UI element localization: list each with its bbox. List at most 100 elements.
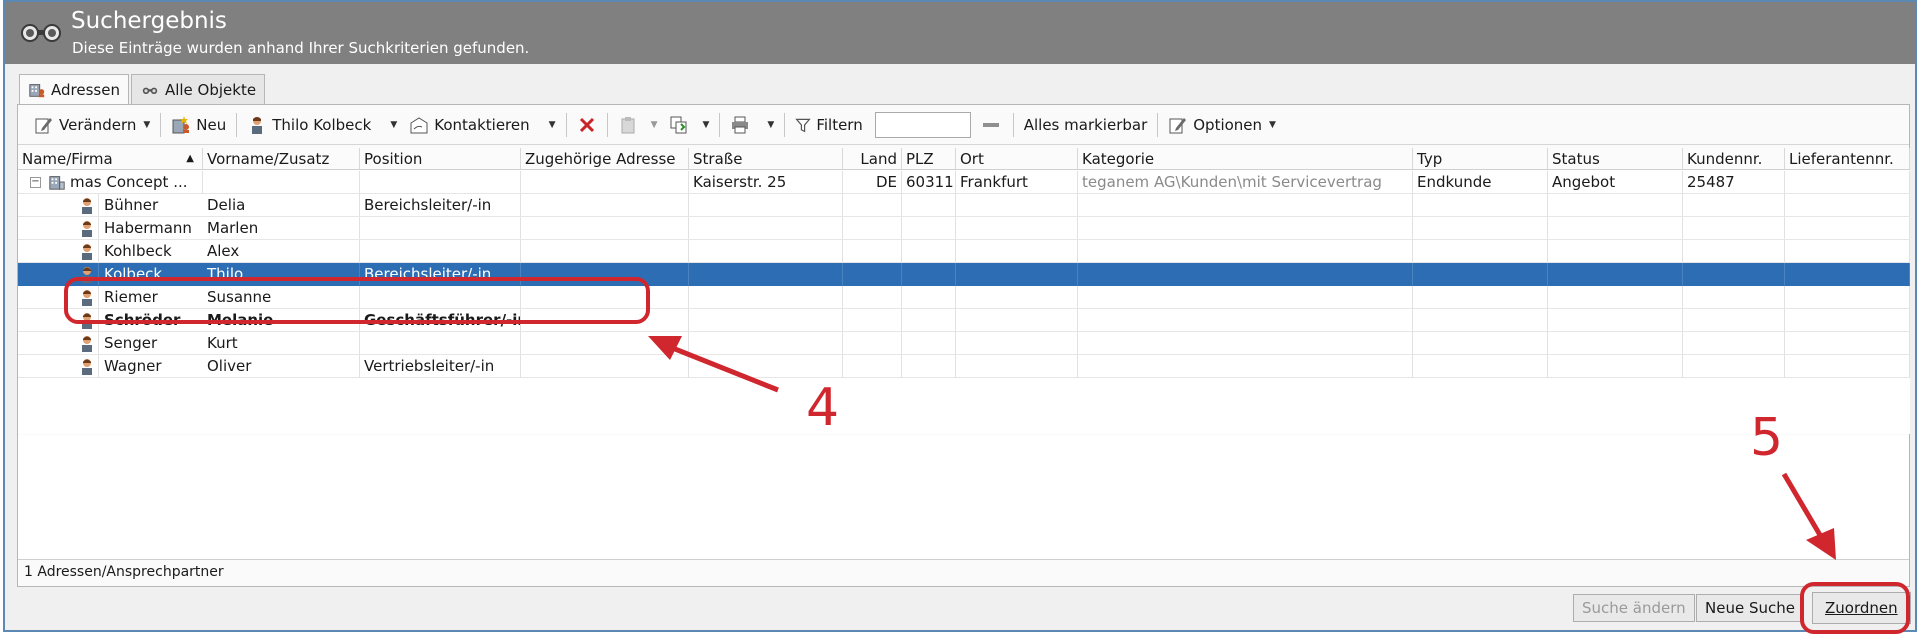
- column-header-country[interactable]: Land: [843, 148, 902, 170]
- new-button[interactable]: Neu: [165, 110, 232, 140]
- table-cell: [521, 240, 689, 263]
- table-cell: [1078, 217, 1413, 240]
- window-header: Suchergebnis Diese Einträge wurden anhan…: [5, 2, 1915, 64]
- cell-text: Alex: [207, 242, 240, 260]
- cell-text: Susanne: [207, 288, 272, 306]
- results-panel: Verändern ▼ Neu Thilo Kolbeck ▼ Kontakti…: [17, 104, 1910, 587]
- new-search-button[interactable]: Neue Suche: [1696, 594, 1804, 622]
- table-row-contact[interactable]: Schröder Melanie Geschäftsführer/-in: [18, 309, 1910, 332]
- column-header-firstname[interactable]: Vorname/Zusatz: [203, 148, 360, 170]
- assign-button[interactable]: Zuordnen: [1812, 592, 1911, 624]
- user-dropdown[interactable]: Thilo Kolbeck ▼: [241, 110, 403, 140]
- table-cell: [956, 332, 1078, 355]
- paste-button[interactable]: ▼: [612, 110, 664, 140]
- table-cell: [956, 309, 1078, 332]
- cell-text: Bereichsleiter/-in: [364, 265, 492, 283]
- building-icon: [49, 176, 65, 190]
- table-cell: 60311: [902, 171, 956, 194]
- table-cell: [1413, 240, 1548, 263]
- cell-text: Frankfurt: [960, 173, 1028, 191]
- table-cell: [1078, 240, 1413, 263]
- table-cell: Frankfurt: [956, 171, 1078, 194]
- column-header-category[interactable]: Kategorie: [1078, 148, 1413, 170]
- cell-text: Riemer: [104, 288, 158, 306]
- table-row-company[interactable]: − mas Concept ... Kaiserstr. 25 DE 60311 Fran…: [18, 171, 1910, 194]
- table-cell: Bereichsleiter/-in: [360, 263, 521, 286]
- mark-all-button[interactable]: Alles markierbar: [1018, 110, 1154, 140]
- column-header-name[interactable]: Name/Firma ▲: [18, 148, 203, 170]
- cell-text: Habermann: [104, 219, 192, 237]
- delete-button[interactable]: [571, 110, 603, 140]
- column-header-related-address[interactable]: Zugehörige Adresse: [521, 148, 689, 170]
- table-cell: Habermann: [18, 217, 203, 240]
- column-header-street[interactable]: Straße: [689, 148, 843, 170]
- column-header-type[interactable]: Typ: [1413, 148, 1548, 170]
- table-cell: [1548, 286, 1683, 309]
- table-row-contact[interactable]: Senger Kurt: [18, 332, 1910, 355]
- cell-text: Kolbeck: [104, 265, 163, 283]
- table-row-contact[interactable]: Wagner Oliver Vertriebsleiter/-in: [18, 355, 1910, 378]
- table-row-contact[interactable]: Kolbeck Thilo Bereichsleiter/-in: [18, 263, 1910, 286]
- chevron-down-icon: ▼: [1269, 119, 1276, 130]
- filter-input[interactable]: [874, 111, 971, 138]
- table-cell: 25487: [1683, 171, 1785, 194]
- table-cell: [1078, 286, 1413, 309]
- cell-text: Schröder: [104, 311, 181, 329]
- cell-divider: [98, 263, 99, 285]
- change-search-button[interactable]: Suche ändern: [1573, 594, 1695, 622]
- table-cell: [1683, 332, 1785, 355]
- column-header-supplier-no[interactable]: Lieferantennr.: [1785, 148, 1910, 170]
- print-button[interactable]: ▼: [724, 110, 780, 140]
- chevron-down-icon: ▼: [548, 119, 556, 130]
- sort-ascending-icon: ▲: [186, 153, 194, 164]
- column-header-city[interactable]: Ort: [956, 148, 1078, 170]
- table-cell: [360, 332, 521, 355]
- address-book-icon: [29, 84, 45, 98]
- copy-button[interactable]: ▼: [663, 110, 715, 140]
- cell-text: Bereichsleiter/-in: [364, 196, 492, 214]
- column-header-position[interactable]: Position: [360, 148, 521, 170]
- toolbar-divider: [1012, 112, 1014, 137]
- table-cell: [902, 355, 956, 378]
- table-row-contact[interactable]: Kohlbeck Alex: [18, 240, 1910, 263]
- cell-text: Vertriebsleiter/-in: [364, 357, 495, 375]
- change-label: Verändern: [59, 115, 137, 134]
- contact-button[interactable]: Kontaktieren ▼: [403, 110, 561, 140]
- column-header-zip[interactable]: PLZ: [902, 148, 956, 170]
- table-cell: Schröder: [18, 309, 203, 332]
- tab-bar: Adressen Alle Objekte: [19, 74, 267, 105]
- column-header-status[interactable]: Status: [1548, 148, 1683, 170]
- table-cell: [956, 355, 1078, 378]
- table-cell: [956, 240, 1078, 263]
- table-cell: [203, 171, 360, 194]
- column-header-label: Name/Firma: [22, 150, 113, 168]
- table-cell: [360, 217, 521, 240]
- table-cell: [956, 286, 1078, 309]
- table-cell: [956, 263, 1078, 286]
- person-icon: [82, 244, 92, 260]
- new-address-icon: [172, 115, 190, 133]
- toolbar-divider: [719, 112, 721, 137]
- change-button[interactable]: Verändern ▼: [28, 110, 156, 140]
- cell-text: Endkunde: [1417, 173, 1492, 191]
- table-cell: [902, 217, 956, 240]
- table-cell: [1413, 309, 1548, 332]
- tab-alle-objekte[interactable]: Alle Objekte: [130, 74, 266, 104]
- table-cell: [689, 309, 843, 332]
- column-header-customer-no[interactable]: Kundennr.: [1683, 148, 1785, 170]
- clear-filter-icon[interactable]: [982, 122, 999, 127]
- table-row-contact[interactable]: Habermann Marlen: [18, 217, 1910, 240]
- filter-button[interactable]: Filtern: [789, 110, 868, 140]
- table-row-contact[interactable]: Riemer Susanne: [18, 286, 1910, 309]
- table-cell: [902, 286, 956, 309]
- tab-adressen[interactable]: Adressen: [19, 74, 129, 105]
- filter-label: Filtern: [816, 115, 863, 134]
- table-cell: [689, 263, 843, 286]
- table-row-contact[interactable]: Bühner Delia Bereichsleiter/-in: [18, 194, 1910, 217]
- cell-text: Angebot: [1552, 173, 1616, 191]
- annotation-step-5: 5: [1750, 408, 1784, 468]
- cell-divider: [98, 309, 99, 331]
- options-button[interactable]: Optionen ▼: [1162, 110, 1282, 140]
- cell-text: mas Concept ...: [70, 173, 188, 191]
- tree-collapse-toggle[interactable]: −: [30, 177, 41, 188]
